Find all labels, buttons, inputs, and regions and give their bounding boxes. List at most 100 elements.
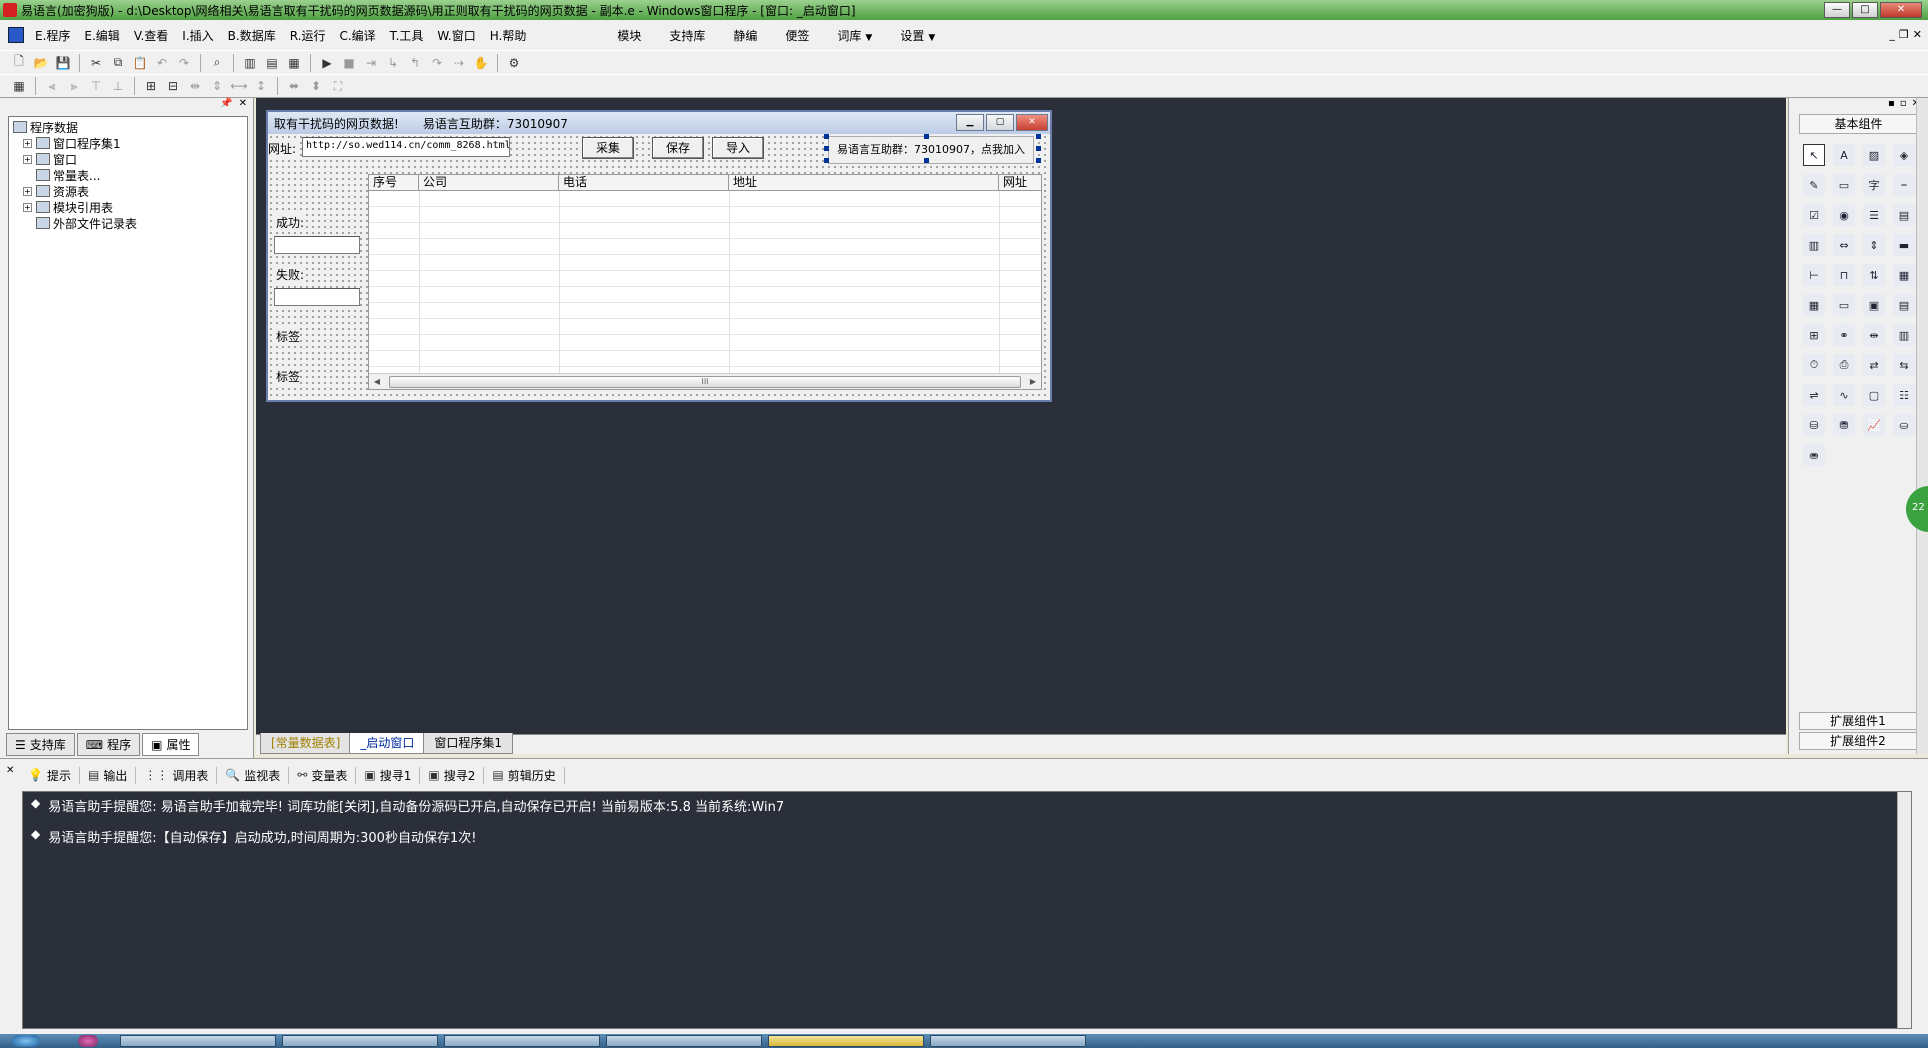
minimize-button[interactable]: —: [1824, 2, 1850, 18]
column-header[interactable]: 公司: [419, 175, 559, 190]
printer-icon[interactable]: ⎙: [1833, 354, 1855, 376]
size-both-icon[interactable]: ⛶: [329, 77, 347, 95]
column-header[interactable]: 电话: [559, 175, 729, 190]
undo-icon[interactable]: ↶: [153, 54, 171, 72]
tab-control-icon[interactable]: ⊓: [1833, 264, 1855, 286]
column-header[interactable]: 网址: [999, 175, 1041, 190]
form-maximize-button[interactable]: ▢: [986, 114, 1014, 131]
size-width-icon[interactable]: ⬌: [285, 77, 303, 95]
menu-settings[interactable]: 设置 ▼: [886, 27, 949, 44]
menu-program[interactable]: E.程序: [28, 27, 77, 44]
output-scrollbar[interactable]: [1897, 792, 1911, 1028]
space-horizontal-icon[interactable]: ⇹: [186, 77, 204, 95]
taskbar-item[interactable]: [930, 1035, 1086, 1047]
tab-call-stack[interactable]: ⋮⋮ 调用表: [136, 766, 218, 784]
tree-item-constants[interactable]: 常量表...: [13, 167, 243, 183]
tab-search-1[interactable]: ▣ 搜寻1: [356, 766, 421, 784]
dde-icon[interactable]: ☷: [1893, 384, 1915, 406]
text-label-icon[interactable]: 字: [1863, 174, 1885, 196]
tab-clipboard-history[interactable]: ▤ 剪辑历史: [484, 766, 565, 784]
close-icon[interactable]: ✕: [239, 98, 247, 112]
taskbar-item[interactable]: [282, 1035, 438, 1047]
selection-handle[interactable]: [824, 146, 829, 151]
tree-item-window[interactable]: + 窗口: [13, 151, 243, 167]
tree-item-window-assembly[interactable]: + 窗口程序集1: [13, 135, 243, 151]
pinned-app-icon[interactable]: [78, 1035, 98, 1047]
scroll-thumb[interactable]: III: [389, 375, 1021, 388]
taskbar-item-active[interactable]: [768, 1035, 924, 1047]
start-button-icon[interactable]: [12, 1035, 40, 1047]
tab-constants-table[interactable]: [常量数据表]: [260, 733, 352, 754]
grid-table-icon[interactable]: ▦: [1803, 294, 1825, 316]
checkbox-icon[interactable]: ☑: [1803, 204, 1825, 226]
menu-notes[interactable]: 便签: [771, 27, 823, 44]
run-to-cursor-icon[interactable]: ⇢: [450, 54, 468, 72]
toolbar-component-icon[interactable]: ▥: [1893, 324, 1915, 346]
draw-board-icon[interactable]: ✎: [1803, 174, 1825, 196]
document-icon[interactable]: [8, 27, 24, 43]
designer-form[interactable]: 取有干扰码的网页数据! 易语言互助群：73010907 ▁ ▢ ✕ 网址: ht…: [266, 110, 1052, 402]
timer-icon[interactable]: ⏱: [1803, 354, 1825, 376]
step-out-icon[interactable]: ↰: [406, 54, 424, 72]
step-icon[interactable]: ⇥: [362, 54, 380, 72]
url-input[interactable]: http://so.wed114.cn/comm_8268.html: [302, 137, 510, 157]
space-vertical-icon[interactable]: ⇕: [208, 77, 226, 95]
expand-icon[interactable]: +: [23, 154, 32, 164]
menu-lexicon[interactable]: 词库 ▼: [823, 27, 886, 44]
menu-view[interactable]: V.查看: [127, 27, 175, 44]
extension-components-1[interactable]: 扩展组件1: [1799, 712, 1917, 730]
picture-box-icon[interactable]: ▨: [1863, 144, 1885, 166]
group-box-icon[interactable]: ▭: [1833, 174, 1855, 196]
grid-icon[interactable]: ▦: [10, 77, 28, 95]
tab-hint[interactable]: 💡 提示: [20, 766, 80, 784]
line-icon[interactable]: ⎯: [1893, 174, 1915, 196]
radio-icon[interactable]: ◉: [1833, 204, 1855, 226]
client-icon[interactable]: ⇄: [1863, 354, 1885, 376]
menu-edit[interactable]: E.编辑: [77, 27, 126, 44]
menu-support-lib[interactable]: 支持库: [655, 27, 719, 44]
app-icon[interactable]: [3, 3, 17, 17]
pin-icon[interactable]: 📌: [220, 98, 232, 112]
expand-icon[interactable]: +: [23, 202, 32, 212]
tab-properties[interactable]: ▣ 属性: [142, 733, 200, 756]
center-horizontal-icon[interactable]: ⊞: [142, 77, 160, 95]
hscroll-icon[interactable]: ⇔: [1833, 234, 1855, 256]
tree-item-external-files[interactable]: 外部文件记录表: [13, 215, 243, 231]
horizontal-scrollbar[interactable]: ◀ III ▶: [369, 373, 1041, 389]
selection-handle[interactable]: [1036, 146, 1041, 151]
selection-handle[interactable]: [1036, 158, 1041, 163]
grid-rows[interactable]: [369, 191, 1041, 373]
tab-program[interactable]: ⌨ 程序: [76, 733, 141, 756]
socket-icon[interactable]: ⇌: [1803, 384, 1825, 406]
tab-start-window[interactable]: _启动窗口: [349, 733, 426, 754]
taskbar-item[interactable]: [120, 1035, 276, 1047]
align-left-icon[interactable]: ⫷: [43, 77, 61, 95]
column-header[interactable]: 序号: [369, 175, 419, 190]
step-into-icon[interactable]: ↳: [384, 54, 402, 72]
menu-compile[interactable]: C.编译: [332, 27, 382, 44]
data-grid[interactable]: 序号 公司 电话 地址 网址 ◀ III ▶: [368, 174, 1042, 390]
menu-database[interactable]: B.数据库: [221, 27, 283, 44]
spin-icon[interactable]: ⇅: [1863, 264, 1885, 286]
combobox-icon[interactable]: ▤: [1893, 204, 1915, 226]
chart-icon[interactable]: 📈: [1863, 414, 1885, 436]
step-over-icon[interactable]: ↷: [428, 54, 446, 72]
copy-icon[interactable]: ⧉: [109, 54, 127, 72]
same-height-icon[interactable]: ↕: [252, 77, 270, 95]
tab-window-assembly[interactable]: 窗口程序集1: [423, 733, 514, 754]
label-component-icon[interactable]: A: [1833, 144, 1855, 166]
panel-scroll-edge[interactable]: [1916, 98, 1928, 754]
close-button[interactable]: ✕: [1880, 2, 1922, 18]
menu-window[interactable]: W.窗口: [430, 27, 482, 44]
tab-support-lib[interactable]: ☰ 支持库: [6, 733, 75, 756]
image-button-icon[interactable]: ▣: [1863, 294, 1885, 316]
tree-item-modules[interactable]: + 模块引用表: [13, 199, 243, 215]
tree-view-icon[interactable]: ⊞: [1803, 324, 1825, 346]
close-icon[interactable]: ✕: [6, 765, 14, 776]
slider-icon[interactable]: ⊢: [1803, 264, 1825, 286]
pointer-icon[interactable]: ↖: [1803, 144, 1825, 166]
splitter-icon[interactable]: ⇹: [1863, 324, 1885, 346]
align-bottom-icon[interactable]: ⊥: [109, 77, 127, 95]
layout-left-icon[interactable]: ▥: [241, 54, 259, 72]
layout-both-icon[interactable]: ▦: [285, 54, 303, 72]
